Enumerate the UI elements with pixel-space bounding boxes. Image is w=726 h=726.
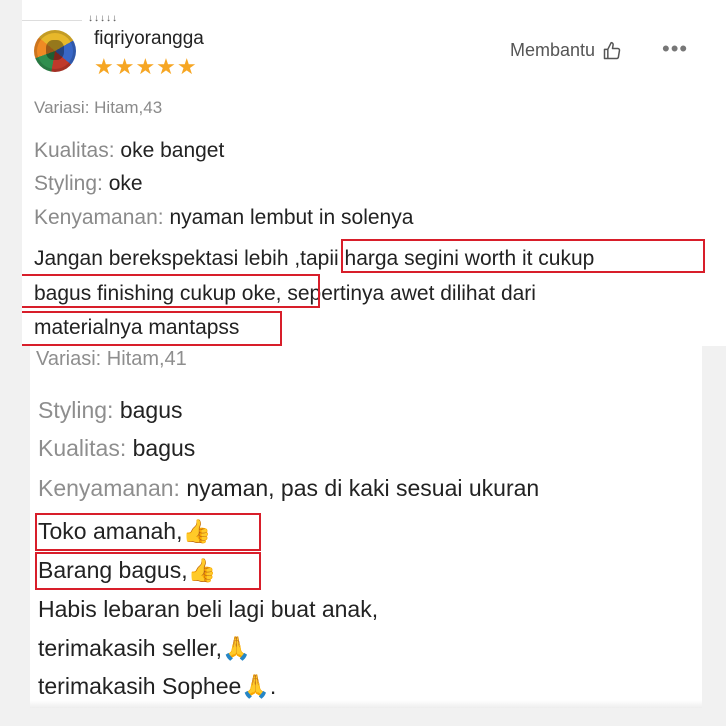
comment-line: terimakasih Sophee🙏. (38, 673, 277, 699)
comfort-value: nyaman, pas di kaki sesuai ukuran (186, 475, 540, 501)
comment-line: Jangan berekspektasi lebih ,tapii harga … (34, 247, 595, 270)
comment-line: terimakasih seller,🙏 (38, 635, 251, 661)
quality-label: Kualitas: (34, 139, 115, 162)
variation-label: Variasi: Hitam,43 (34, 98, 163, 117)
quality-row: Kualitas: bagus (38, 435, 195, 462)
styling-label: Styling: (34, 172, 103, 195)
thumbs-up-icon (603, 41, 621, 59)
helpful-label: Membantu (510, 40, 596, 60)
top-edge-text: ↓↓↓↓↓ (88, 13, 118, 24)
quality-value: bagus (132, 435, 196, 461)
comfort-label: Kenyamanan: (38, 475, 180, 501)
styling-label: Styling: (38, 397, 114, 423)
quality-value: oke banget (120, 139, 225, 162)
comfort-label: Kenyamanan: (34, 206, 164, 229)
comment-line: Habis lebaran beli lagi buat anak, (38, 596, 379, 622)
username[interactable]: fiqriyorangga (94, 28, 204, 50)
comment-line: Toko amanah,👍 (38, 518, 212, 544)
review-card-1: ↓↓↓↓↓ fiqriyorangga ★★★★★ Membantu ••• V… (22, 0, 726, 346)
helpful-button[interactable]: Membantu (510, 40, 622, 61)
quality-label: Kualitas: (38, 435, 127, 461)
divider (22, 20, 82, 21)
comfort-row: Kenyamanan: nyaman, pas di kaki sesuai u… (38, 475, 539, 502)
styling-value: bagus (119, 397, 183, 423)
avatar[interactable] (34, 30, 76, 72)
variation-label: Variasi: Hitam,41 (36, 348, 187, 370)
more-icon[interactable]: ••• (662, 36, 688, 62)
quality-row: Kualitas: oke banget (34, 139, 224, 163)
comfort-row: Kenyamanan: nyaman lembut in solenya (34, 206, 413, 230)
comment-line: Barang bagus,👍 (38, 557, 217, 583)
styling-value: oke (108, 172, 143, 195)
comfort-value: nyaman lembut in solenya (169, 206, 414, 229)
styling-row: Styling: oke (34, 172, 143, 196)
review-card-2: Variasi: Hitam,41 Styling: bagus Kualita… (30, 346, 702, 708)
comment-line: materialnya mantapss (34, 316, 240, 339)
comment-line: bagus finishing cukup oke, sepertinya aw… (34, 282, 536, 305)
styling-row: Styling: bagus (38, 397, 183, 424)
rating-stars: ★★★★★ (94, 54, 198, 79)
